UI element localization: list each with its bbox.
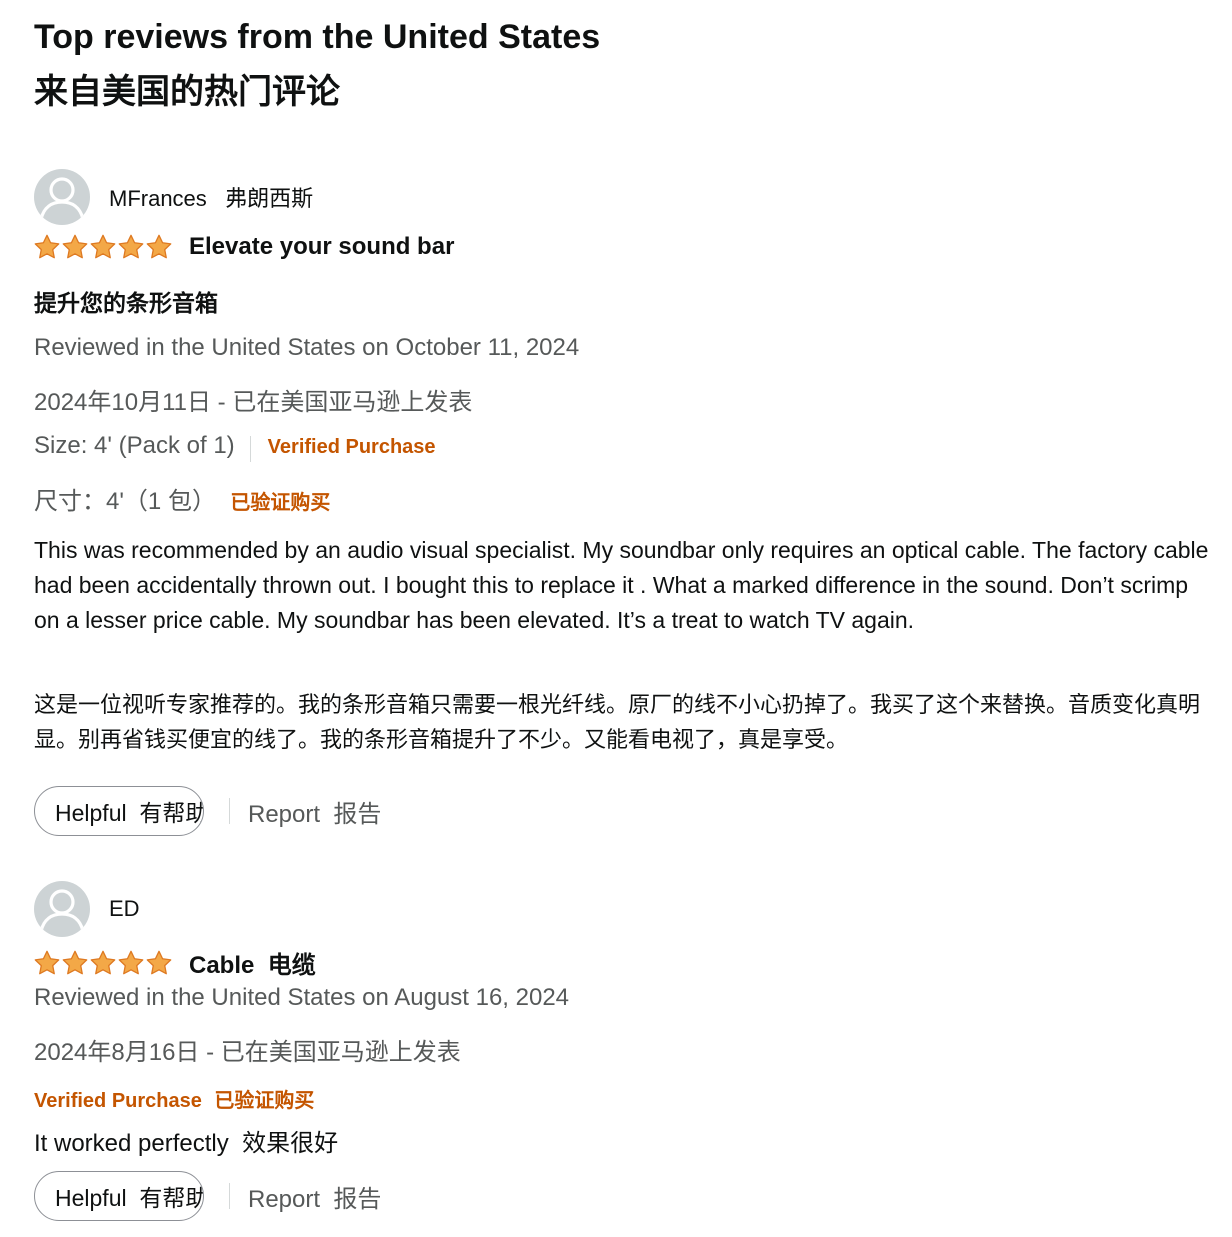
review-title-translation: 提升您的条形音箱	[34, 290, 218, 316]
review-body-translation: 这是一位视听专家推荐的。我的条形音箱只需要一根光纤线。原厂的线不小心扔掉了。我买…	[34, 692, 1201, 752]
helpful-button[interactable]: Helpful 有帮助	[34, 1171, 204, 1221]
reviewer-name: ED	[109, 896, 140, 921]
review-date: Reviewed in the United States on August …	[34, 984, 570, 1011]
reviewer-profile[interactable]: MFrances 弗朗西斯	[34, 169, 313, 225]
user-avatar-icon	[34, 881, 90, 937]
review-format-strip-translation: 尺寸：4'（1 包） 已验证购买	[34, 481, 330, 516]
divider	[229, 1183, 230, 1209]
review-date-translation: 2024年10月11日 - 已在美国亚马逊上发表	[34, 389, 473, 416]
helpful-button[interactable]: Helpful 有帮助	[34, 786, 204, 836]
divider	[229, 798, 230, 824]
star-icon	[90, 234, 116, 259]
star-icon	[62, 234, 88, 259]
helpful-button-label: Helpful 有帮助	[55, 800, 204, 826]
section-heading-translation: 来自美国的热门评论	[34, 73, 340, 111]
section-heading: Top reviews from the United States	[34, 18, 601, 56]
helpful-button-label: Helpful 有帮助	[55, 1185, 204, 1211]
review-title-link[interactable]: Elevate your sound bar	[189, 233, 454, 261]
verified-purchase-badge: Verified Purchase	[34, 1090, 202, 1112]
star-icon	[34, 234, 60, 259]
review-actions: Helpful 有帮助 Report 报告	[34, 1171, 381, 1221]
review-format-strip: Size: 4' (Pack of 1) Verified Purchase	[34, 432, 436, 462]
review-format-strip: Verified Purchase 已验证购买	[34, 1084, 314, 1113]
review-body: This was recommended by an audio visual …	[34, 537, 1209, 633]
star-icon	[62, 950, 88, 974]
star-icon	[118, 234, 144, 259]
divider	[249, 435, 251, 462]
reviewer-name: MFrances 弗朗西斯	[109, 186, 314, 211]
review-title-row: Elevate your sound bar	[34, 233, 454, 261]
star-rating[interactable]	[34, 950, 172, 976]
variant-translation: 尺寸：4'（1 包）	[34, 488, 216, 515]
review-date: Reviewed in the United States on October…	[34, 334, 580, 361]
review-date-translation: 2024年8月16日 - 已在美国亚马逊上发表	[34, 1039, 461, 1066]
review-body: It worked perfectly 效果很好	[34, 1130, 339, 1157]
review-title-link[interactable]: Cable 电缆	[189, 945, 316, 980]
verified-purchase-badge-translation: 已验证购买	[230, 492, 331, 514]
report-link[interactable]: Report 报告	[248, 1179, 381, 1214]
variant-link[interactable]: Size: 4' (Pack of 1)	[34, 432, 235, 459]
reviewer-profile[interactable]: ED	[34, 881, 140, 937]
user-avatar-icon	[34, 169, 90, 225]
verified-purchase-badge: Verified Purchase	[267, 436, 436, 458]
star-icon	[34, 950, 60, 974]
report-link[interactable]: Report 报告	[248, 794, 381, 829]
star-rating[interactable]	[34, 234, 172, 260]
verified-purchase-badge-translation: 已验证购买	[214, 1090, 315, 1112]
star-icon	[146, 234, 172, 259]
star-icon	[146, 950, 172, 974]
star-icon	[118, 950, 144, 974]
star-icon	[90, 950, 116, 974]
review-actions: Helpful 有帮助 Report 报告	[34, 786, 381, 836]
review-title-row: Cable 电缆	[34, 945, 316, 980]
